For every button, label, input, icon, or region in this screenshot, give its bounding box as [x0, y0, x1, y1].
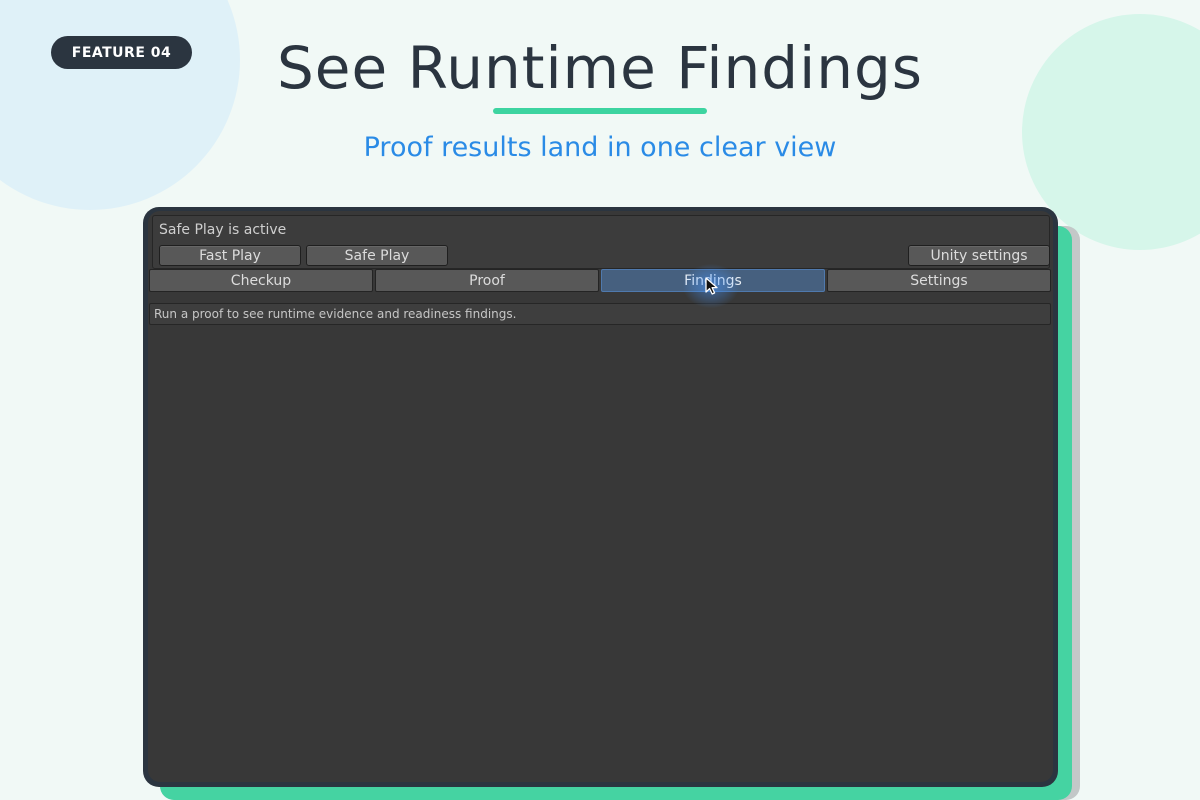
title-underline	[493, 108, 707, 114]
page-title: See Runtime Findings	[276, 34, 924, 102]
findings-info-message: Run a proof to see runtime evidence and …	[149, 303, 1051, 325]
tab-proof[interactable]: Proof	[375, 269, 599, 292]
page-subtitle: Proof results land in one clear view	[363, 132, 837, 163]
unity-settings-button[interactable]: Unity settings	[908, 245, 1050, 266]
tab-findings[interactable]: Findings	[601, 269, 825, 292]
play-mode-panel: Safe Play is active Fast Play Safe Play …	[152, 215, 1050, 269]
tab-settings[interactable]: Settings	[827, 269, 1051, 292]
tool-window: Safe Play is active Fast Play Safe Play …	[148, 211, 1053, 782]
tab-bar: Checkup Proof Findings Settings	[149, 269, 1051, 292]
fast-play-button[interactable]: Fast Play	[159, 245, 301, 266]
tool-window-frame: Safe Play is active Fast Play Safe Play …	[143, 207, 1058, 787]
status-text: Safe Play is active	[159, 222, 287, 238]
safe-play-button[interactable]: Safe Play	[306, 245, 448, 266]
background-circle-left	[0, 0, 240, 210]
tab-checkup[interactable]: Checkup	[149, 269, 373, 292]
